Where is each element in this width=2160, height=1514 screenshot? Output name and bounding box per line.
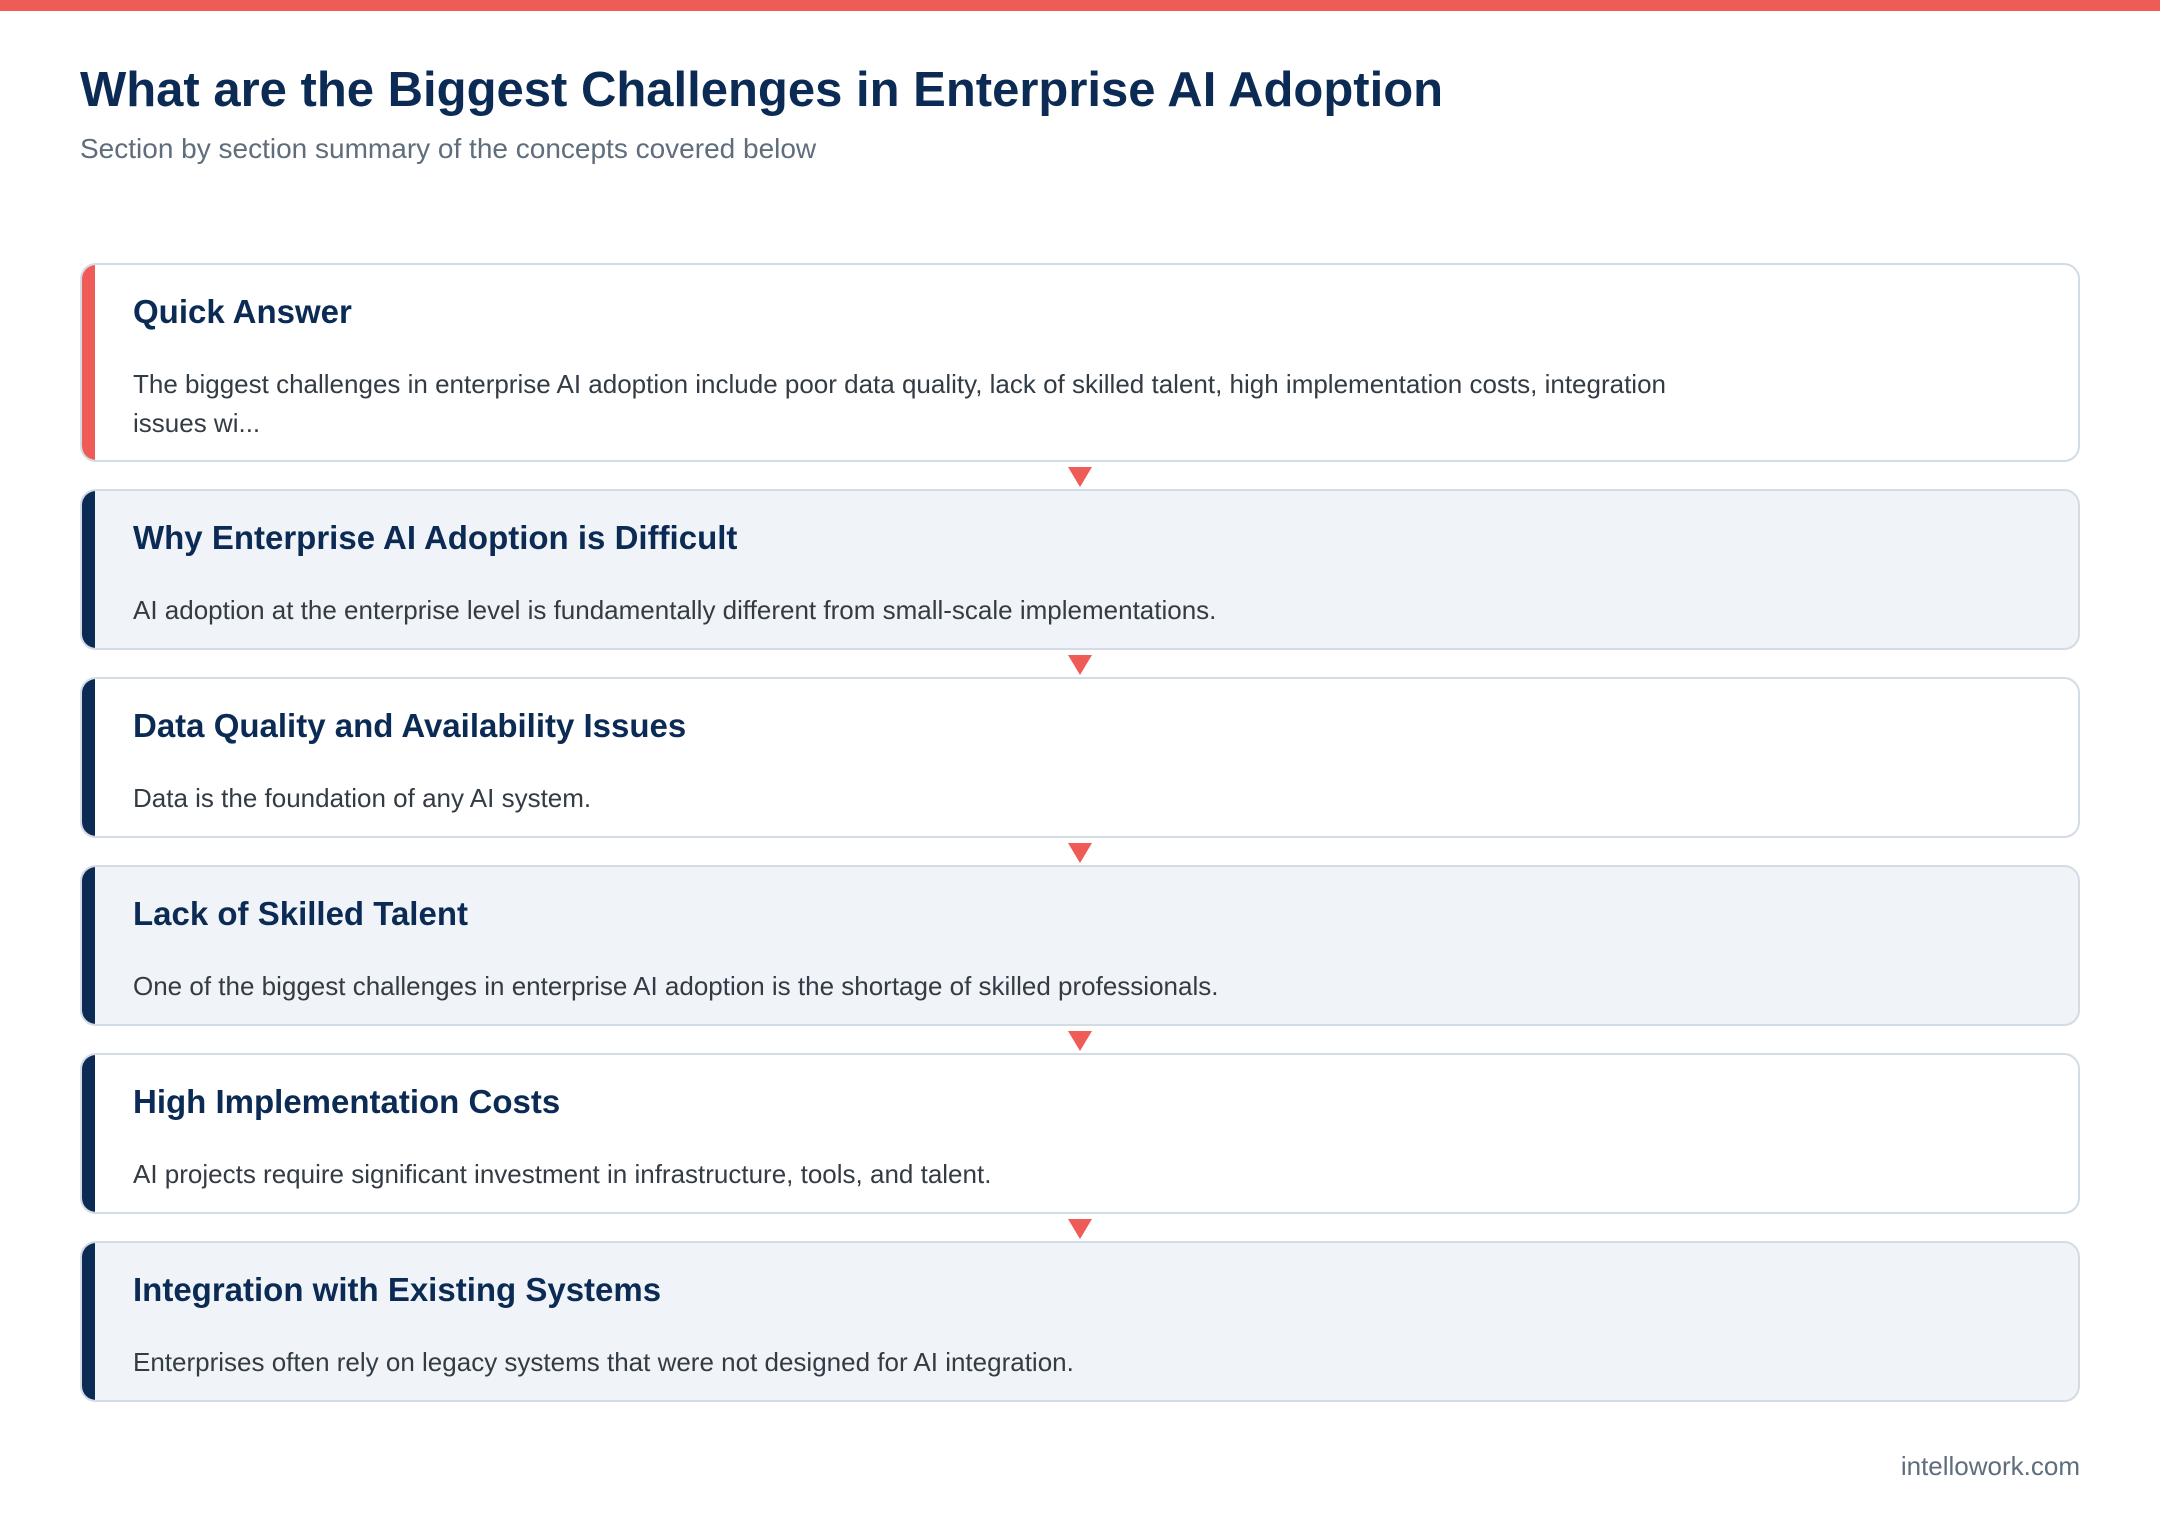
section-title: Lack of Skilled Talent	[133, 895, 468, 932]
down-arrow-icon	[1068, 467, 1092, 487]
down-arrow-icon	[1068, 655, 1092, 675]
section-card-integration: Integration with Existing Systems Enterp…	[80, 1241, 2080, 1402]
page-subtitle: Section by section summary of the concep…	[80, 133, 817, 164]
section-connector	[80, 462, 2080, 489]
section-card-implementation-costs: High Implementation Costs AI projects re…	[80, 1053, 2080, 1214]
section-card-data-quality: Data Quality and Availability Issues Dat…	[80, 677, 2080, 838]
card-accent-bar	[82, 1055, 95, 1212]
page-title: What are the Biggest Challenges in Enter…	[80, 63, 1444, 117]
section-summary: AI adoption at the enterprise level is f…	[133, 595, 1217, 625]
section-summary: Data is the foundation of any AI system.	[133, 783, 592, 813]
section-title: Integration with Existing Systems	[133, 1271, 662, 1308]
section-title: Data Quality and Availability Issues	[133, 707, 687, 744]
card-accent-bar	[82, 1243, 95, 1400]
section-connector	[80, 1214, 2080, 1241]
section-title: Why Enterprise AI Adoption is Difficult	[133, 519, 738, 556]
section-title: High Implementation Costs	[133, 1083, 561, 1120]
section-summary: The biggest challenges in enterprise AI …	[133, 369, 1666, 438]
card-accent-bar	[82, 679, 95, 836]
section-connector	[80, 838, 2080, 865]
down-arrow-icon	[1068, 843, 1092, 863]
card-accent-bar	[82, 491, 95, 648]
footer-site-link[interactable]: intellowork.com	[1901, 1451, 2080, 1482]
section-connector	[80, 650, 2080, 677]
section-summary: AI projects require significant investme…	[133, 1159, 992, 1189]
down-arrow-icon	[1068, 1219, 1092, 1239]
section-connector	[80, 1026, 2080, 1053]
down-arrow-icon	[1068, 1031, 1092, 1051]
section-summary: One of the biggest challenges in enterpr…	[133, 971, 1219, 1001]
section-title: Quick Answer	[133, 293, 352, 330]
section-list: Quick Answer The biggest challenges in e…	[80, 263, 2080, 1402]
top-accent-bar	[0, 0, 2160, 11]
section-summary: Enterprises often rely on legacy systems…	[133, 1347, 1074, 1377]
page: What are the Biggest Challenges in Enter…	[0, 0, 2160, 1514]
card-accent-bar	[82, 265, 95, 460]
section-card-why-difficult: Why Enterprise AI Adoption is Difficult …	[80, 489, 2080, 650]
section-card-quick-answer: Quick Answer The biggest challenges in e…	[80, 263, 2080, 462]
card-accent-bar	[82, 867, 95, 1024]
section-card-skilled-talent: Lack of Skilled Talent One of the bigges…	[80, 865, 2080, 1026]
